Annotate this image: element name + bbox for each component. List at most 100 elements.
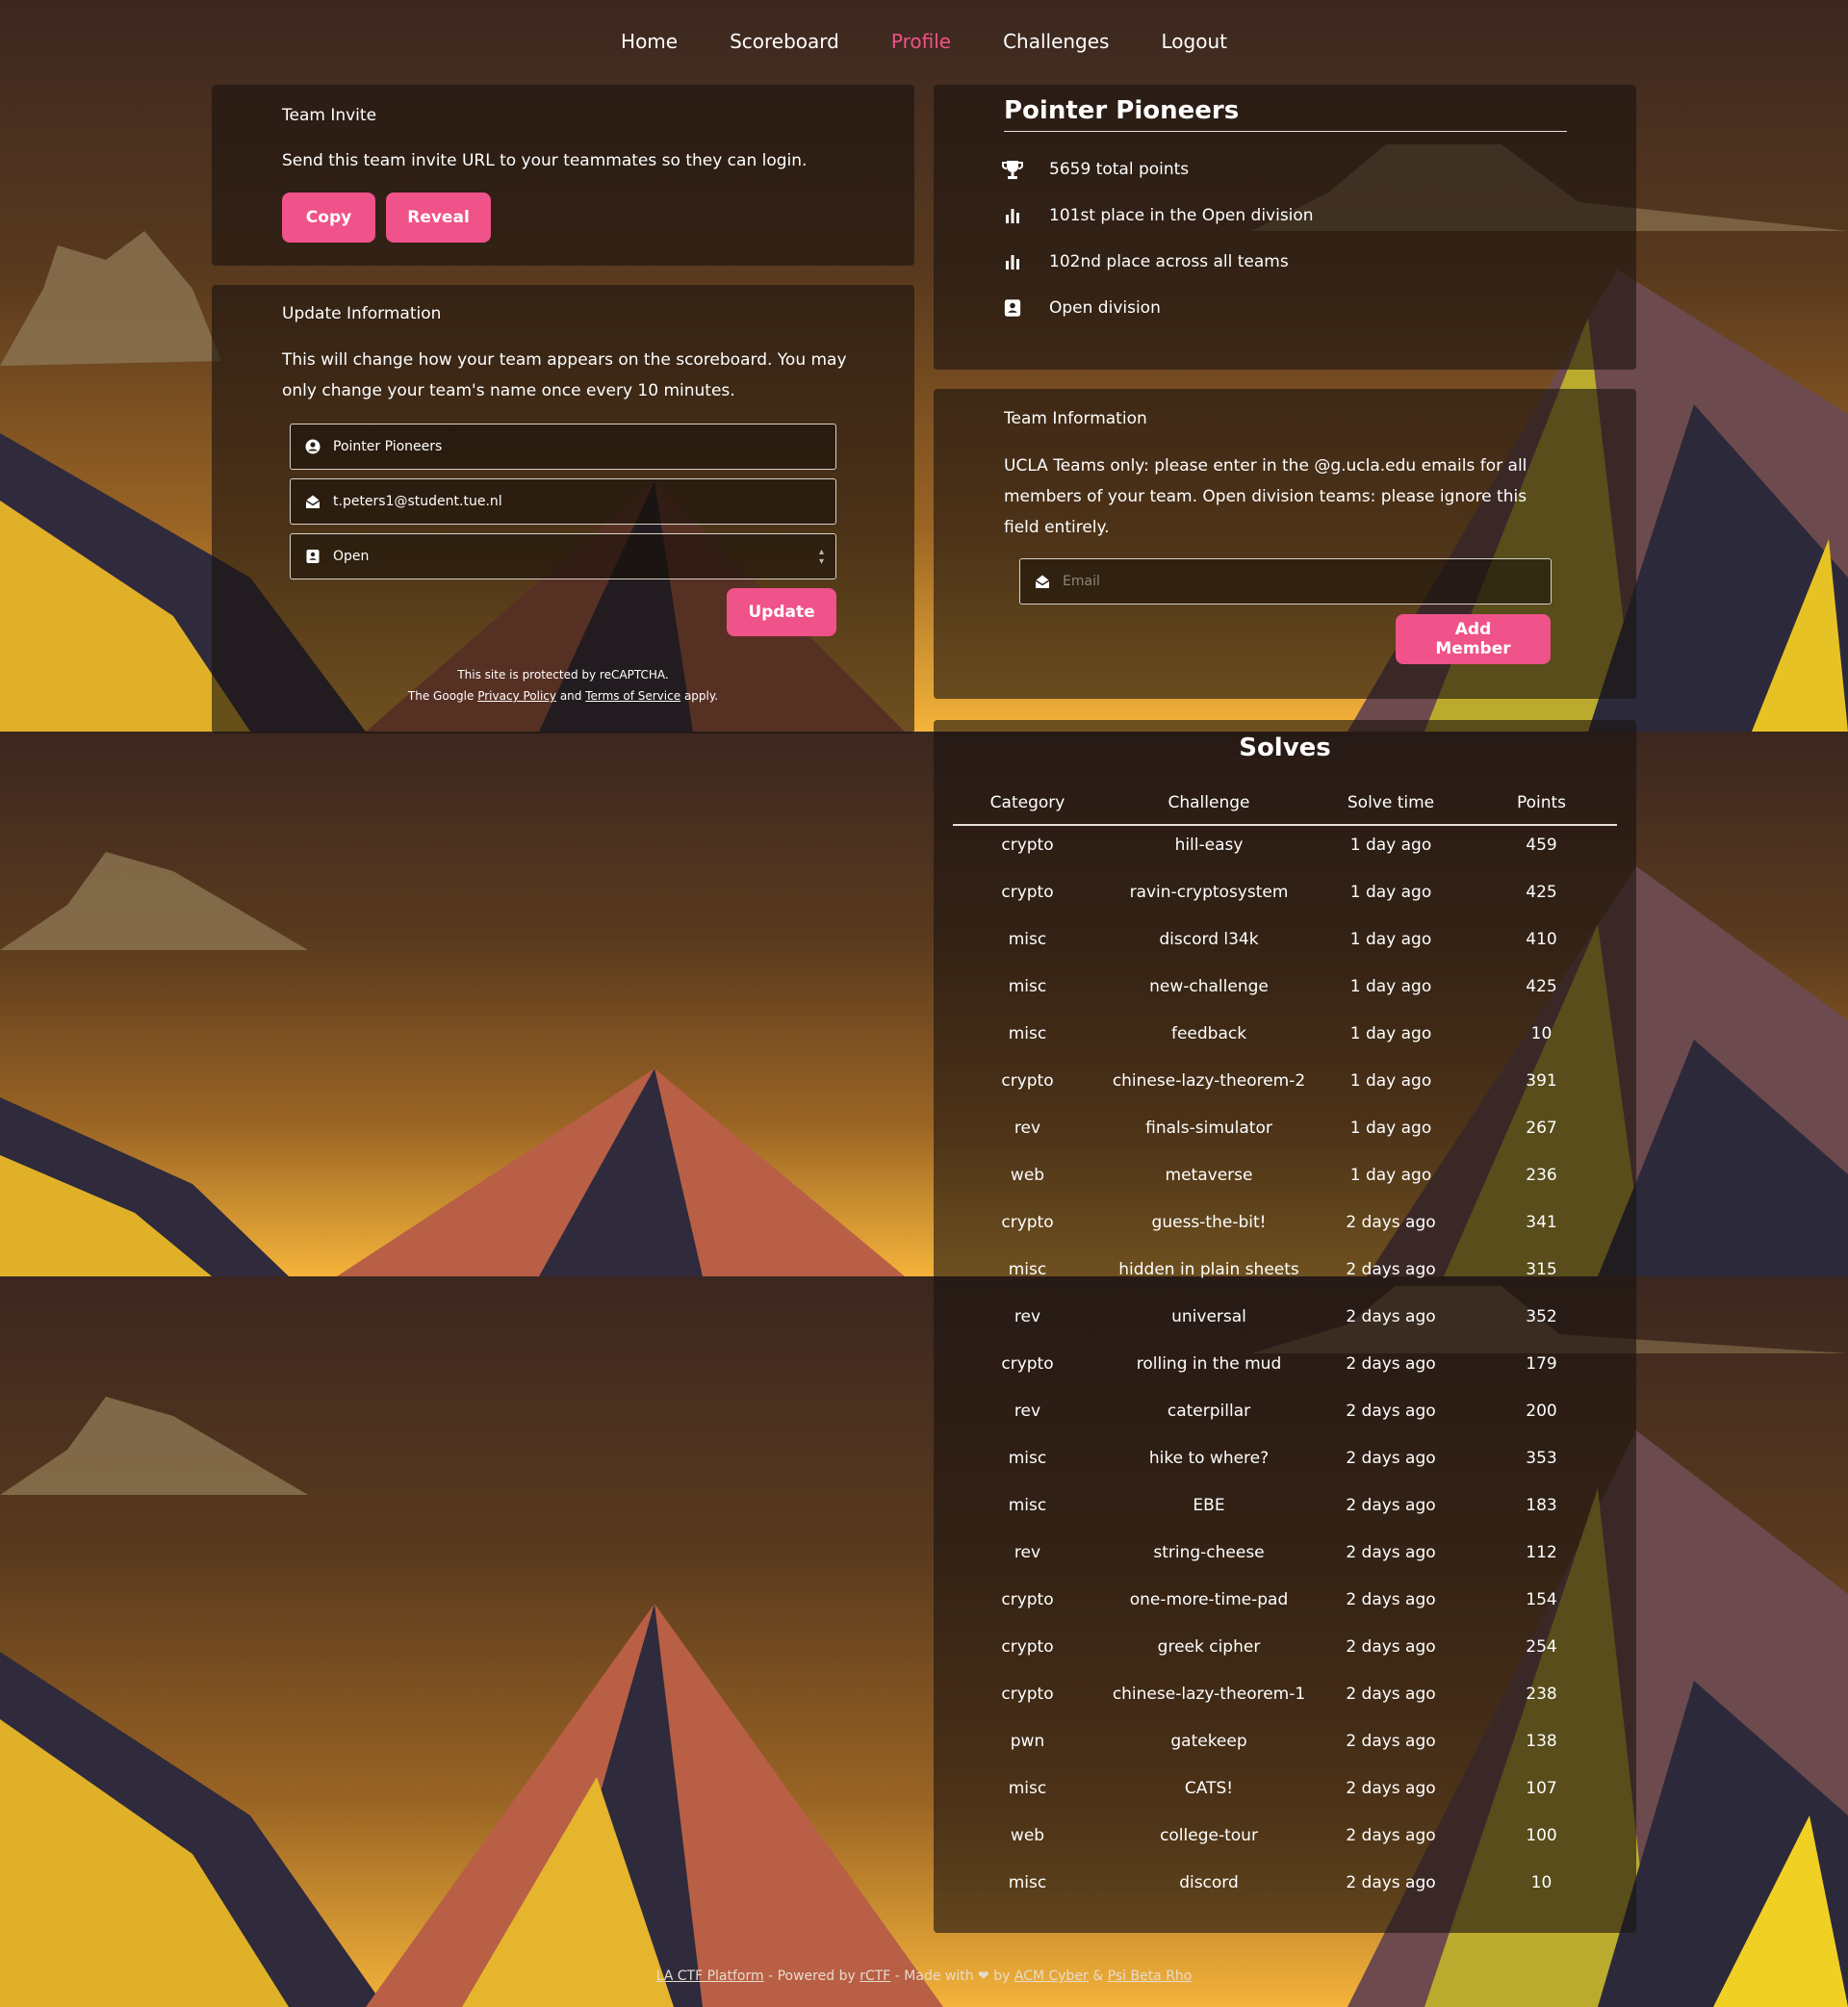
footer-platform-link[interactable]: LA CTF Platform — [656, 1968, 764, 1984]
solve-points: 410 — [1526, 930, 1557, 949]
heart-icon: ❤ — [978, 1968, 989, 1984]
solve-challenge: feedback — [1170, 1024, 1247, 1043]
solve-challenge: metaverse — [1165, 1166, 1253, 1185]
solve-points: 138 — [1526, 1732, 1557, 1751]
division-name: Open division — [1049, 298, 1161, 318]
solve-category: crypto — [1001, 1213, 1054, 1232]
solve-challenge: universal — [1171, 1307, 1246, 1326]
reveal-button[interactable]: Reveal — [386, 193, 491, 243]
nav-challenges[interactable]: Challenges — [1003, 30, 1109, 53]
update-information-text: This will change how your team appears o… — [282, 350, 847, 400]
table-row: crypto ravin-cryptosystem 1 day ago 425 — [953, 883, 1617, 902]
solve-time: 1 day ago — [1349, 977, 1432, 996]
email-field[interactable]: t.peters1@student.tue.nl — [290, 478, 836, 525]
solve-category: web — [1010, 1166, 1045, 1185]
envelope-open-icon — [1034, 573, 1051, 590]
solve-category: misc — [1008, 1449, 1047, 1468]
solve-time: 2 days ago — [1346, 1732, 1436, 1751]
table-row: misc discord 2 days ago 10 — [953, 1873, 1617, 1892]
solve-time: 2 days ago — [1346, 1873, 1436, 1892]
solve-category: misc — [1008, 1873, 1047, 1892]
solve-category: crypto — [1001, 1354, 1054, 1374]
table-row: web college-tour 2 days ago 100 — [953, 1826, 1617, 1845]
solve-time: 2 days ago — [1346, 1637, 1436, 1657]
solve-points: 425 — [1526, 977, 1557, 996]
solve-challenge: new-challenge — [1149, 977, 1269, 996]
table-row: crypto rolling in the mud 2 days ago 179 — [953, 1354, 1617, 1374]
solve-challenge: chinese-lazy-theorem-2 — [1112, 1071, 1306, 1091]
solve-challenge: caterpillar — [1167, 1402, 1251, 1421]
footer-by: by — [988, 1968, 1014, 1984]
solve-points: 100 — [1526, 1826, 1557, 1845]
nav-profile[interactable]: Profile — [891, 30, 951, 53]
solve-category: crypto — [1001, 1685, 1054, 1704]
solve-time: 2 days ago — [1346, 1449, 1436, 1468]
solve-points: 200 — [1526, 1402, 1557, 1421]
bar-chart-icon — [999, 248, 1026, 275]
solve-points: 179 — [1526, 1354, 1557, 1374]
table-row: crypto guess-the-bit! 2 days ago 341 — [953, 1213, 1617, 1232]
recaptcha-pre: The Google — [407, 689, 475, 703]
solve-time: 1 day ago — [1349, 883, 1432, 902]
update-button[interactable]: Update — [727, 588, 836, 636]
table-row: web metaverse 1 day ago 236 — [953, 1166, 1617, 1185]
solve-points: 154 — [1526, 1590, 1557, 1609]
solve-category: pwn — [1010, 1732, 1045, 1751]
member-email-input[interactable]: Email — [1019, 558, 1552, 605]
solve-time: 2 days ago — [1346, 1826, 1436, 1845]
table-row: pwn gatekeep 2 days ago 138 — [953, 1732, 1617, 1751]
table-row: crypto greek cipher 2 days ago 254 — [953, 1637, 1617, 1657]
division-place: 101st place in the Open division — [1049, 206, 1314, 225]
add-member-button[interactable]: Add Member — [1396, 614, 1551, 664]
solve-points: 267 — [1526, 1119, 1557, 1138]
division-select[interactable]: Open ▴ ▾ — [290, 533, 836, 579]
team-invite-text: Send this team invite URL to your teamma… — [282, 151, 808, 170]
footer-rctf-link[interactable]: rCTF — [860, 1968, 890, 1984]
solve-time: 2 days ago — [1346, 1685, 1436, 1704]
solve-category: misc — [1008, 930, 1047, 949]
solve-category: crypto — [1001, 1590, 1054, 1609]
solve-points: 425 — [1526, 883, 1557, 902]
copy-button[interactable]: Copy — [282, 193, 375, 243]
footer-acm-link[interactable]: ACM Cyber — [1014, 1968, 1089, 1984]
terms-of-service-link[interactable]: Terms of Service — [585, 689, 680, 703]
trophy-icon — [999, 156, 1026, 183]
table-row: misc CATS! 2 days ago 107 — [953, 1779, 1617, 1798]
solve-challenge: string-cheese — [1153, 1543, 1265, 1562]
solve-points: 183 — [1526, 1496, 1557, 1515]
overall-place: 102nd place across all teams — [1049, 252, 1289, 271]
team-invite-card: Team Invite Send this team invite URL to… — [212, 85, 914, 266]
table-row: crypto chinese-lazy-theorem-1 2 days ago 23… — [953, 1685, 1617, 1704]
solve-category: rev — [1014, 1543, 1041, 1562]
envelope-open-icon — [304, 493, 321, 510]
footer-made: - Made with — [890, 1968, 979, 1984]
privacy-policy-link[interactable]: Privacy Policy — [477, 689, 556, 703]
overall-place-row: 102nd place across all teams — [999, 248, 1289, 275]
solve-challenge: guess-the-bit! — [1151, 1213, 1267, 1232]
division-row: Open division — [999, 295, 1161, 322]
solve-time: 2 days ago — [1346, 1307, 1436, 1326]
email-value: t.peters1@student.tue.nl — [333, 494, 502, 509]
footer-psi-link[interactable]: Psi Beta Rho — [1108, 1968, 1193, 1984]
nav-scoreboard[interactable]: Scoreboard — [730, 30, 839, 53]
table-row: crypto hill-easy 1 day ago 459 — [953, 836, 1617, 855]
team-information-title: Team Information — [1004, 409, 1147, 428]
table-row: rev caterpillar 2 days ago 200 — [953, 1402, 1617, 1421]
solve-challenge: hidden in plain sheets — [1118, 1260, 1299, 1279]
solve-points: 459 — [1526, 836, 1557, 855]
team-name-field[interactable]: Pointer Pioneers — [290, 424, 836, 470]
solve-category: crypto — [1001, 836, 1054, 855]
solve-category: misc — [1008, 1260, 1047, 1279]
division-value: Open — [333, 549, 370, 564]
solve-category: rev — [1014, 1307, 1041, 1326]
team-summary-card: Pointer Pioneers 5659 total points 101st… — [934, 85, 1636, 370]
solve-time: 1 day ago — [1349, 836, 1432, 855]
column-header-solve-time: Solve time — [1347, 793, 1435, 812]
solve-challenge: gatekeep — [1170, 1732, 1247, 1751]
footer: LA CTF Platform - Powered by rCTF - Made… — [0, 1968, 1848, 1984]
solve-category: crypto — [1001, 1071, 1054, 1091]
nav-logout[interactable]: Logout — [1161, 30, 1226, 53]
solve-category: misc — [1008, 1496, 1047, 1515]
nav-home[interactable]: Home — [621, 30, 678, 53]
team-information-text: UCLA Teams only: please enter in the @g.… — [1004, 456, 1527, 537]
